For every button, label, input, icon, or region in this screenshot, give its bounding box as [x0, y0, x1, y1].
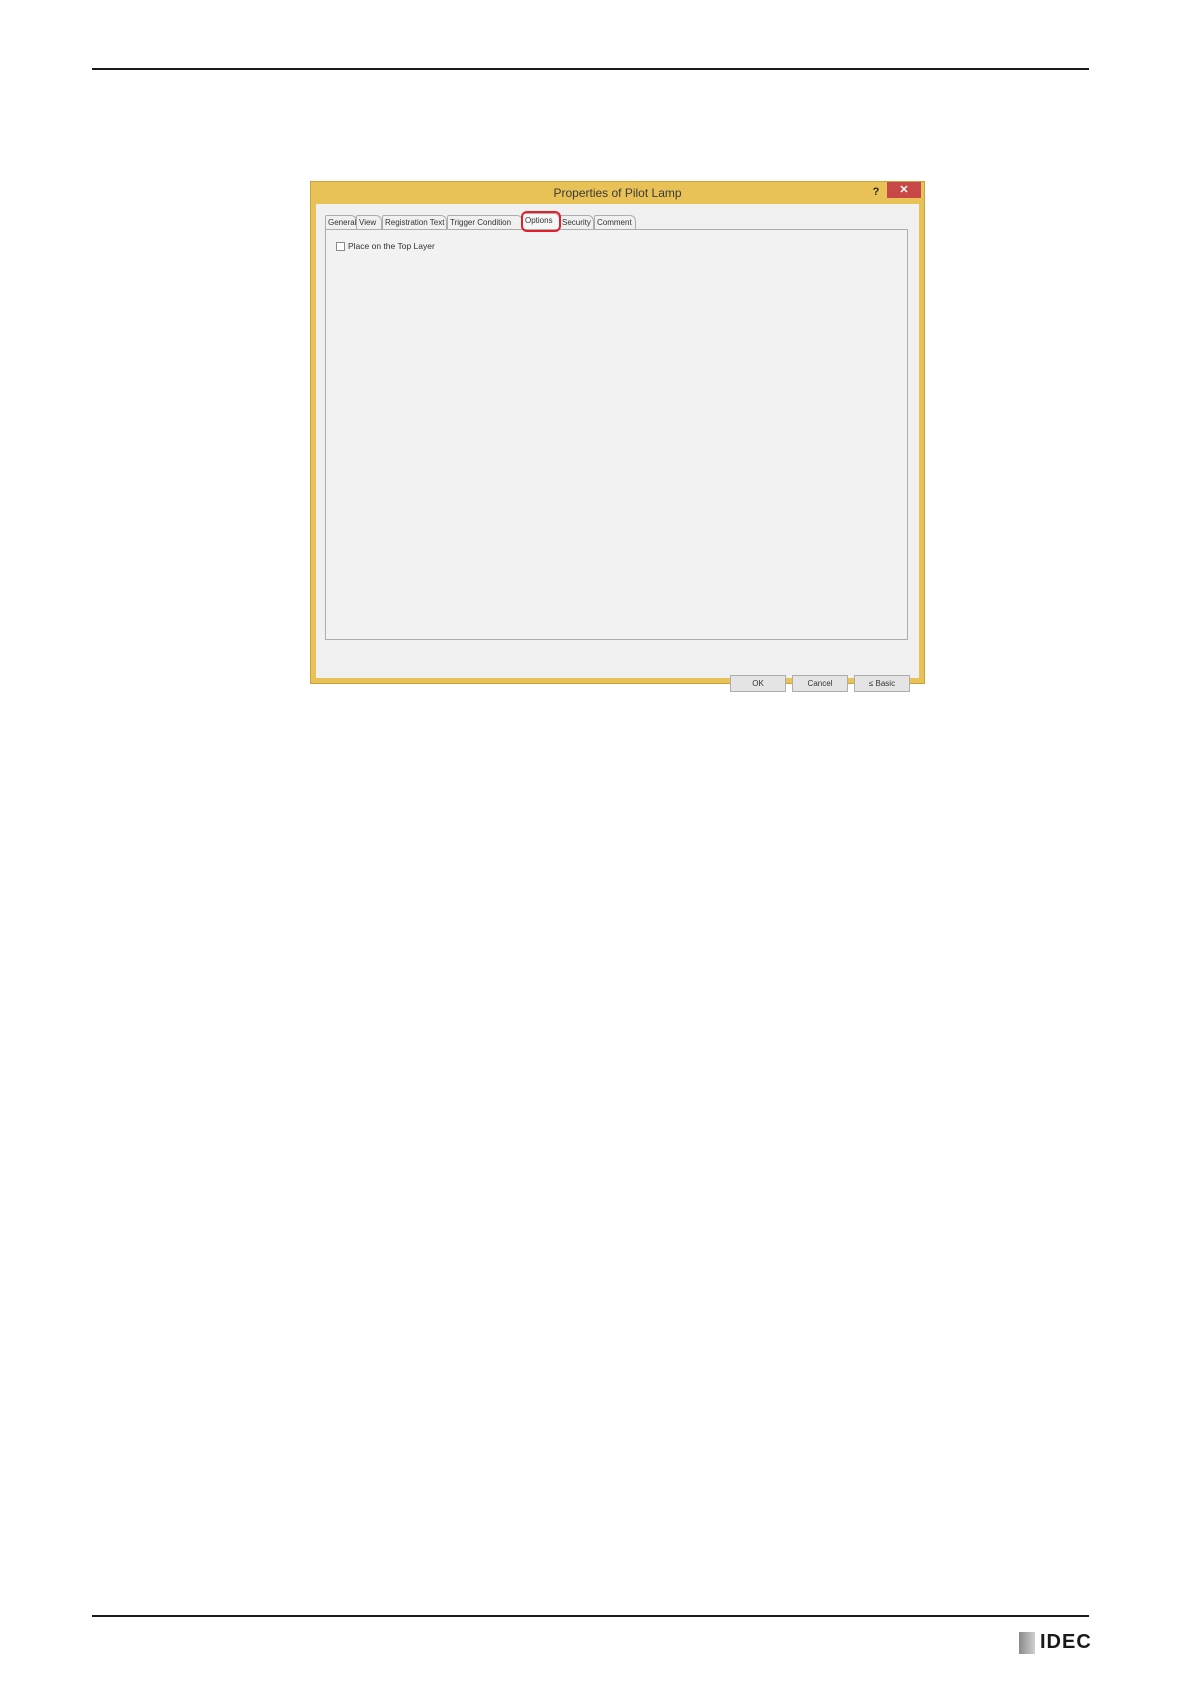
dialog-title: Properties of Pilot Lamp	[553, 186, 682, 200]
footer-rule	[92, 1615, 1089, 1617]
logo-text: IDEC	[1040, 1631, 1092, 1653]
options-panel: Place on the Top Layer	[325, 229, 908, 640]
tab-registration-text[interactable]: Registration Text	[382, 215, 447, 229]
logo-mark	[1019, 1632, 1035, 1654]
tab-view[interactable]: View	[356, 215, 382, 229]
options-tab-highlight	[521, 211, 561, 232]
tab-general[interactable]: General	[325, 215, 357, 229]
help-button[interactable]: ?	[868, 184, 884, 200]
place-on-top-layer-label: Place on the Top Layer	[348, 241, 435, 251]
tab-security[interactable]: Security	[559, 215, 594, 229]
close-button[interactable]: ✕	[887, 182, 921, 198]
dialog-client: General View Registration Text Trigger C…	[316, 204, 919, 692]
tab-trigger-condition[interactable]: Trigger Condition	[447, 215, 523, 229]
basic-button[interactable]: ≤ Basic	[854, 675, 910, 692]
cancel-button[interactable]: Cancel	[792, 675, 848, 692]
tab-comment[interactable]: Comment	[594, 215, 636, 229]
ok-button[interactable]: OK	[730, 675, 786, 692]
title-bar[interactable]: Properties of Pilot Lamp ? ✕	[311, 182, 924, 204]
header-rule	[92, 68, 1089, 70]
place-on-top-layer-checkbox[interactable]	[336, 242, 345, 251]
properties-dialog: Properties of Pilot Lamp ? ✕ General Vie…	[310, 181, 925, 692]
